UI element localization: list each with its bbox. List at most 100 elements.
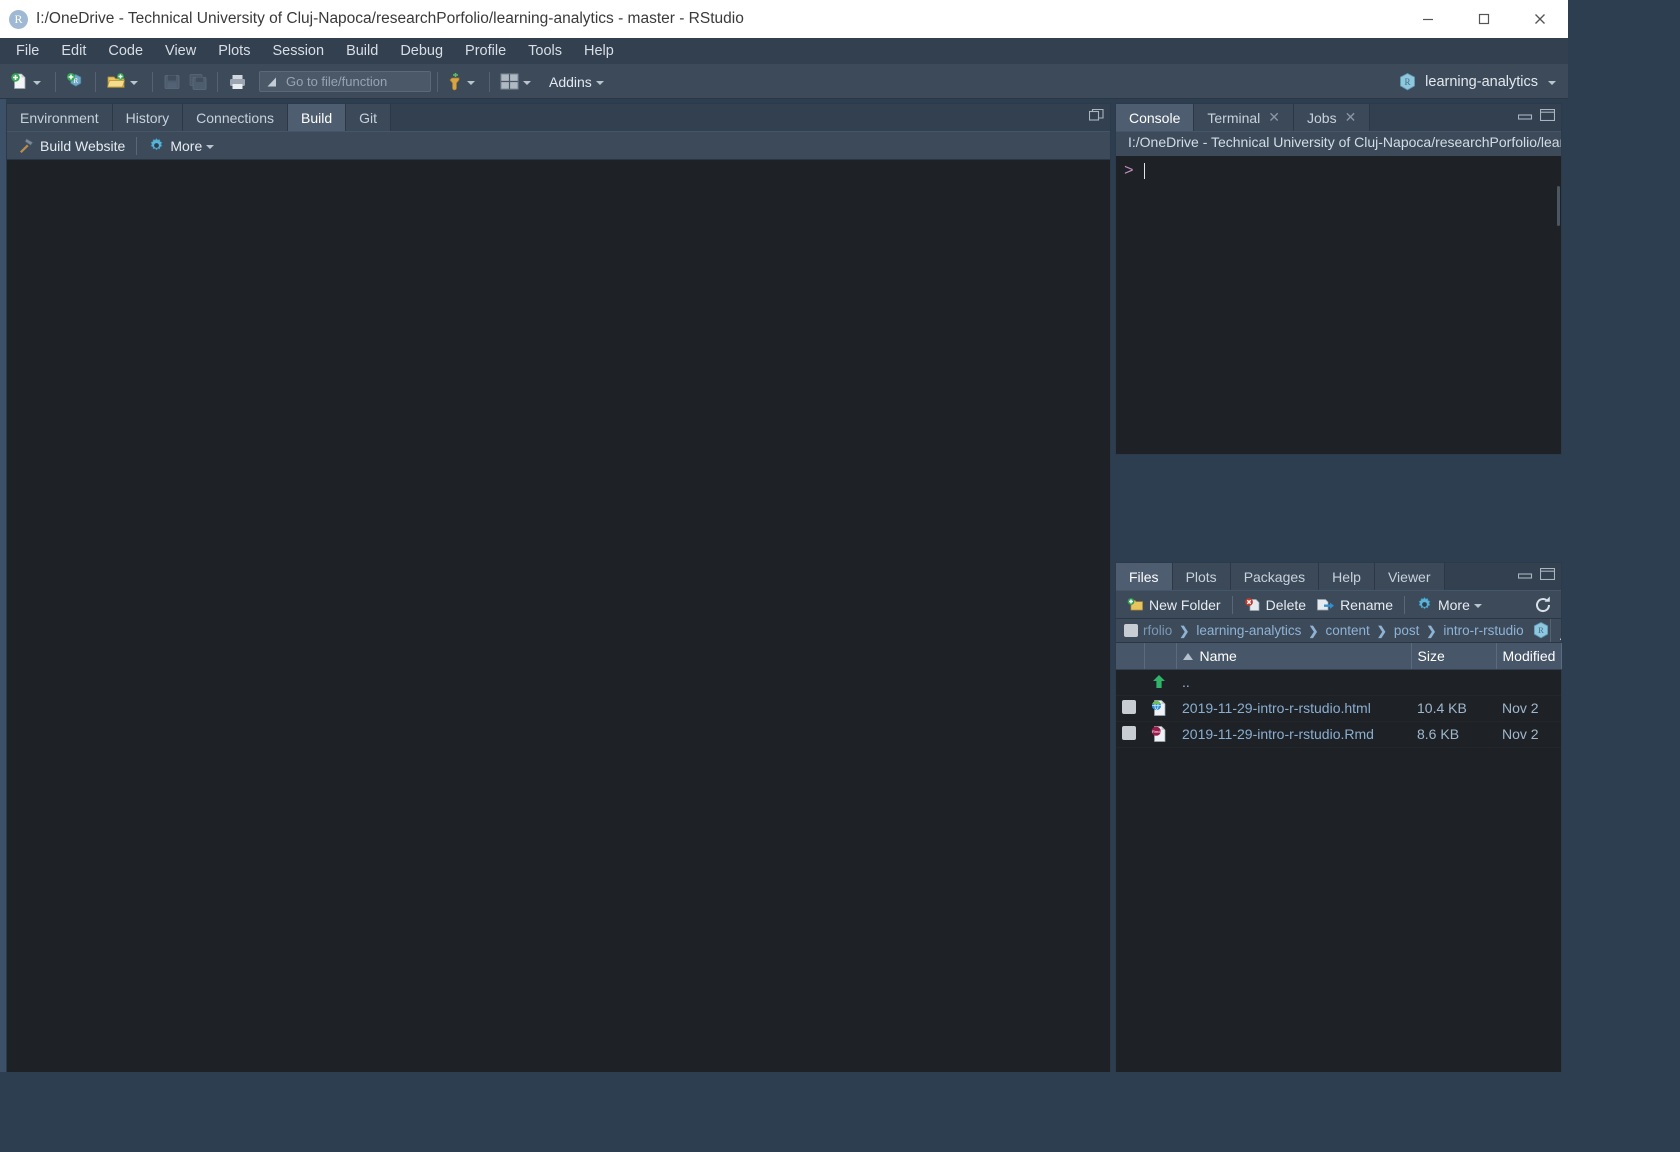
open-file-button[interactable]: [103, 69, 145, 95]
build-more-button[interactable]: More: [143, 134, 223, 158]
chevron-down-icon[interactable]: [467, 81, 475, 85]
tab-history[interactable]: History: [112, 104, 184, 131]
tab-files[interactable]: Files: [1116, 563, 1173, 590]
row-name-cell[interactable]: 2019-11-29-intro-r-rstudio.Rmd: [1176, 721, 1411, 748]
col-icon[interactable]: [1144, 643, 1177, 670]
tab-environment[interactable]: Environment: [7, 104, 113, 131]
chevron-down-icon[interactable]: [206, 145, 215, 149]
col-size[interactable]: Size: [1411, 643, 1497, 670]
chevron-down-icon[interactable]: [1548, 81, 1556, 85]
menu-help[interactable]: Help: [573, 40, 625, 62]
row-name-cell[interactable]: 2019-11-29-intro-r-rstudio.html: [1176, 695, 1411, 722]
project-label: learning-analytics: [1425, 73, 1538, 90]
console-prompt-row: >: [1124, 162, 1561, 180]
menu-tools[interactable]: Tools: [517, 40, 573, 62]
rename-button[interactable]: Rename: [1311, 593, 1398, 617]
divider: [95, 71, 96, 92]
files-more-button[interactable]: More: [1411, 593, 1491, 617]
col-checkbox[interactable]: [1116, 643, 1145, 670]
save-button: [160, 69, 184, 95]
maximize-pane-icon[interactable]: [1540, 109, 1555, 121]
pane-layout-button[interactable]: [497, 69, 538, 95]
tab-terminal[interactable]: Terminal ✕: [1194, 104, 1295, 131]
new-project-button[interactable]: R: [63, 69, 88, 95]
tab-build[interactable]: Build: [287, 104, 347, 131]
row-checkbox-cell[interactable]: [1116, 721, 1144, 748]
chevron-down-icon[interactable]: [130, 81, 138, 85]
new-folder-label: New Folder: [1149, 596, 1221, 613]
table-row[interactable]: Rmd 2019-11-29-intro-r-rstudio.Rmd 8.6 K…: [1116, 721, 1561, 748]
select-all-checkbox[interactable]: [1124, 624, 1138, 637]
tab-console[interactable]: Console: [1116, 104, 1195, 131]
col-modified[interactable]: Modified: [1496, 643, 1562, 670]
close-jobs-icon[interactable]: ✕: [1345, 109, 1357, 126]
go-to-file-input[interactable]: Go to file/function: [259, 71, 431, 92]
row-checkbox-cell[interactable]: [1116, 695, 1144, 722]
breadcrumb-item-0[interactable]: rfolio: [1143, 623, 1172, 638]
menu-session[interactable]: Session: [261, 40, 335, 62]
maximize-pane-icon[interactable]: [1540, 568, 1555, 580]
maximize-icon[interactable]: [1456, 0, 1512, 38]
menu-view[interactable]: View: [154, 40, 207, 62]
col-name-label: Name: [1199, 647, 1237, 664]
col-name[interactable]: Name: [1176, 643, 1412, 670]
title-bar: R I:/OneDrive - Technical University of …: [0, 0, 1568, 38]
minimize-pane-icon[interactable]: [1518, 109, 1533, 121]
tab-packages[interactable]: Packages: [1230, 563, 1320, 590]
breadcrumb-item-3[interactable]: post: [1394, 623, 1420, 638]
chevron-down-icon[interactable]: [595, 81, 604, 85]
menu-build[interactable]: Build: [335, 40, 389, 62]
table-row[interactable]: ..: [1116, 669, 1561, 696]
profile-code-button[interactable]: [445, 69, 482, 95]
files-pane-window-buttons: [1518, 568, 1555, 580]
minimize-pane-icon[interactable]: [1518, 568, 1533, 580]
chevron-down-icon[interactable]: [1473, 604, 1482, 608]
new-file-button[interactable]: [7, 69, 48, 95]
row-checkbox[interactable]: [1122, 699, 1136, 714]
restore-pane-icon[interactable]: [1089, 109, 1104, 121]
refresh-button[interactable]: [1533, 595, 1553, 615]
close-terminal-icon[interactable]: ✕: [1268, 109, 1280, 126]
menu-code[interactable]: Code: [97, 40, 154, 62]
close-icon[interactable]: [1512, 0, 1568, 38]
console-scrollbar[interactable]: [1556, 156, 1561, 454]
chevron-down-icon[interactable]: [33, 81, 41, 85]
table-row[interactable]: 2019-11-29-intro-r-rstudio.html 10.4 KB …: [1116, 695, 1561, 722]
addins-button[interactable]: Addins: [540, 69, 611, 95]
menu-bar: File Edit Code View Plots Session Build …: [0, 38, 1568, 65]
minimize-icon[interactable]: [1400, 0, 1456, 38]
breadcrumb-overflow-button[interactable]: ...: [1549, 619, 1561, 642]
chevron-right-icon: ❯: [1426, 623, 1437, 638]
menu-edit[interactable]: Edit: [50, 40, 97, 62]
console-pane-tabstrip: Console Terminal ✕ Jobs ✕: [1116, 104, 1561, 132]
menu-profile[interactable]: Profile: [454, 40, 517, 62]
tab-plots[interactable]: Plots: [1172, 563, 1231, 590]
delete-button[interactable]: Delete: [1239, 593, 1311, 617]
menu-plots[interactable]: Plots: [207, 40, 261, 62]
row-checkbox[interactable]: [1122, 725, 1136, 740]
menu-debug[interactable]: Debug: [389, 40, 454, 62]
build-website-button[interactable]: Build Website: [13, 134, 130, 158]
breadcrumb-item-1[interactable]: learning-analytics: [1196, 623, 1301, 638]
new-folder-button[interactable]: New Folder: [1122, 593, 1226, 617]
breadcrumb-item-2[interactable]: content: [1325, 623, 1369, 638]
tab-jobs[interactable]: Jobs ✕: [1294, 104, 1371, 131]
tab-git[interactable]: Git: [346, 104, 392, 131]
addins-label: Addins: [549, 73, 592, 90]
tabstrip-filler: [391, 104, 1110, 131]
console-working-directory[interactable]: I:/OneDrive - Technical University of Cl…: [1116, 132, 1561, 156]
build-pane-tabstrip: Environment History Connections Build Gi…: [7, 104, 1110, 132]
chevron-down-icon[interactable]: [523, 81, 531, 85]
tab-help[interactable]: Help: [1319, 563, 1375, 590]
row-name-cell[interactable]: ..: [1176, 669, 1411, 696]
up-arrow-icon[interactable]: [1150, 673, 1168, 691]
menu-file[interactable]: File: [5, 40, 50, 62]
project-selector[interactable]: R learning-analytics: [1398, 72, 1560, 92]
tab-viewer[interactable]: Viewer: [1374, 563, 1445, 590]
console-output[interactable]: >: [1116, 156, 1561, 454]
breadcrumb-item-4[interactable]: intro-r-rstudio: [1443, 623, 1523, 638]
tab-connections[interactable]: Connections: [183, 104, 288, 131]
search-arrow-icon: [267, 77, 276, 86]
row-modified-cell: Nov 2: [1496, 695, 1561, 722]
delete-icon: [1244, 597, 1259, 611]
